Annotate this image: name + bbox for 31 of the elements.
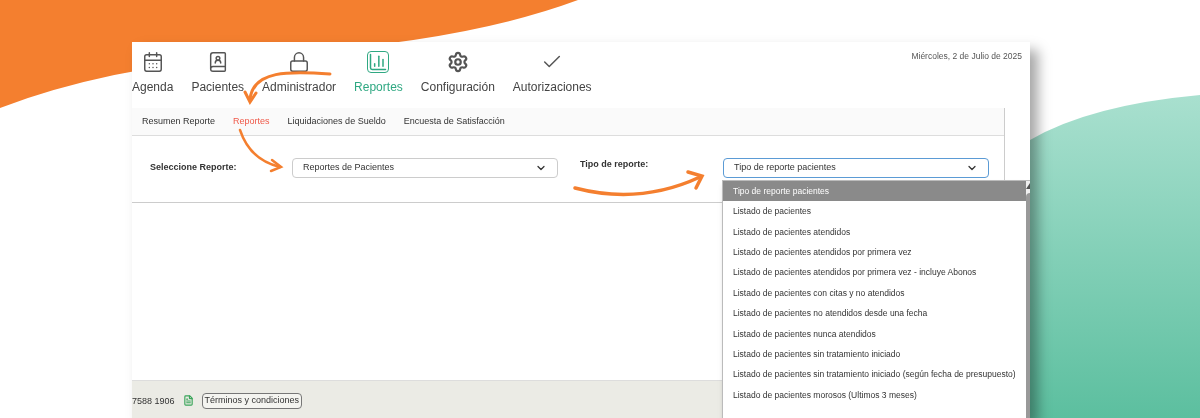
bar-chart-icon [367, 51, 390, 73]
phone-number: 7588 1906 [132, 395, 175, 408]
settings-icon [446, 51, 469, 73]
lock-icon [288, 51, 311, 73]
field-label: Tipo de reporte: [580, 158, 650, 171]
calendar-icon [141, 51, 164, 73]
document-icon [182, 395, 194, 406]
nav-tab[interactable]: Administrador [262, 51, 337, 96]
dropdown-option[interactable]: Listado de pacientes [723, 201, 1026, 222]
nav-tab[interactable]: Autorizaciones [512, 51, 592, 96]
dropdown-option[interactable]: Listado de pacientes sin tratamiento iniciado (según fecha de presupuesto) [723, 364, 1026, 385]
dropdown-option[interactable]: Listado de pacientes atendidos por primera vez - incluye Abonos [723, 262, 1026, 283]
sub-tab[interactable]: Resumen Reporte [142, 114, 216, 129]
report-type-select[interactable]: Tipo de reporte pacientes [723, 158, 989, 178]
report-select[interactable]: Reportes de Pacientes [292, 158, 558, 178]
nav-tab[interactable]: Agenda [132, 51, 174, 96]
dropdown-option[interactable]: Listado de pacientes nunca atendidos [723, 323, 1026, 345]
current-date: Miércoles, 2 de Julio de 2025 [911, 50, 1022, 63]
sub-tab[interactable]: Liquidaciones de Sueldo [287, 114, 386, 129]
sub-tab[interactable]: Encuesta de Satisfacción [403, 114, 505, 129]
dropdown-option[interactable]: Listado de pacientes atendidos por primera vez [723, 242, 1026, 263]
field-label: Seleccione Reporte: [150, 161, 238, 174]
curved-arrow [238, 128, 284, 173]
dropdown-option[interactable]: Listado de pacientes morosos (Ultimos 3 meses) [723, 384, 1026, 406]
dropdown-option[interactable]: Listado de pacientes no atendidos desde una fecha [723, 303, 1026, 324]
nav-tab[interactable]: Configuración [420, 51, 495, 96]
dropdown-option[interactable]: Listado de pacientes con citas y no atendidos [723, 282, 1026, 304]
dropdown-option[interactable]: Listado de pacientes atendidos [723, 221, 1026, 243]
terms-button[interactable]: Términos y condiciones [201, 393, 303, 409]
nav-tab[interactable]: Pacientes [191, 51, 245, 96]
dropdown-option[interactable]: Listado de pacientes sin tratamiento iniciado [723, 344, 1026, 365]
